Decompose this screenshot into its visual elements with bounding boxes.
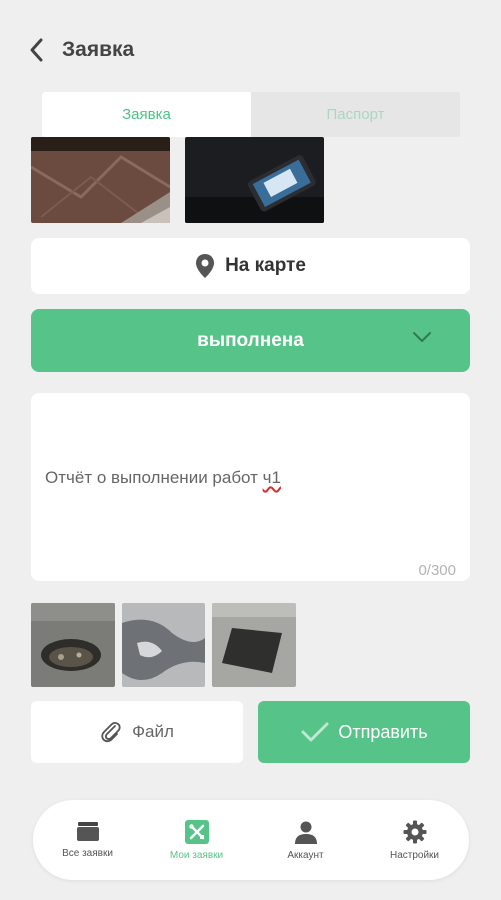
char-counter: 0/300 xyxy=(418,562,456,579)
tab-passport[interactable]: Паспорт xyxy=(251,92,460,137)
map-button-label: На карте xyxy=(225,255,306,276)
app-header: Заявка xyxy=(0,28,501,72)
photo-asphalt-patch-image xyxy=(212,603,296,687)
nav-my-requests[interactable]: Мои заявки xyxy=(142,800,251,880)
file-button[interactable]: Файл xyxy=(31,701,243,763)
tools-icon xyxy=(184,820,209,844)
segment-tabs: Заявка Паспорт xyxy=(42,92,460,137)
file-button-label: Файл xyxy=(132,722,174,741)
bottom-nav: Все заявки Мои заявки Аккаунт Настройки xyxy=(33,800,469,880)
nav-all-requests-label: Все заявки xyxy=(62,848,113,859)
check-icon xyxy=(301,722,329,742)
send-button[interactable]: Отправить xyxy=(258,701,470,763)
attachment-photo-1[interactable] xyxy=(31,603,115,687)
nav-settings-label: Настройки xyxy=(389,850,440,861)
back-button[interactable] xyxy=(16,30,56,70)
attachment-photo-2[interactable] xyxy=(122,603,205,687)
tab-request[interactable]: Заявка xyxy=(42,92,251,137)
nav-account-label: Аккаунт xyxy=(287,850,324,861)
paperclip-icon xyxy=(101,722,121,743)
photo-phone-image xyxy=(185,137,324,223)
page-title: Заявка xyxy=(62,38,135,61)
nav-all-requests[interactable]: Все заявки xyxy=(33,800,142,880)
report-text-misspelled: ч1 xyxy=(262,468,281,487)
attachment-photo-3[interactable] xyxy=(212,603,296,687)
user-icon xyxy=(294,821,317,844)
report-text-main: Отчёт о выполнении работ xyxy=(45,468,263,487)
gear-icon xyxy=(403,820,426,844)
request-photo-1[interactable] xyxy=(31,137,170,223)
photo-road-crack-image xyxy=(31,137,170,223)
report-textarea[interactable]: Отчёт о выполнении работ ч1 0/300 xyxy=(31,393,470,581)
report-text: Отчёт о выполнении работ ч1 xyxy=(45,468,281,488)
map-button[interactable]: На карте xyxy=(31,238,470,294)
nav-settings[interactable]: Настройки xyxy=(360,800,469,880)
send-button-label: Отправить xyxy=(338,721,428,742)
status-select[interactable]: выполнена xyxy=(31,309,470,372)
request-photo-2[interactable] xyxy=(185,137,324,223)
chevron-down-icon xyxy=(413,332,431,342)
photo-pothole-image xyxy=(31,603,115,687)
folder-icon xyxy=(76,822,99,841)
nav-account[interactable]: Аккаунт xyxy=(251,800,360,880)
chevron-left-icon xyxy=(30,38,43,62)
map-pin-icon xyxy=(196,254,215,278)
status-select-value: выполнена xyxy=(197,329,304,351)
nav-my-requests-label: Мои заявки xyxy=(169,850,224,861)
photo-wet-asphalt-image xyxy=(122,603,205,687)
